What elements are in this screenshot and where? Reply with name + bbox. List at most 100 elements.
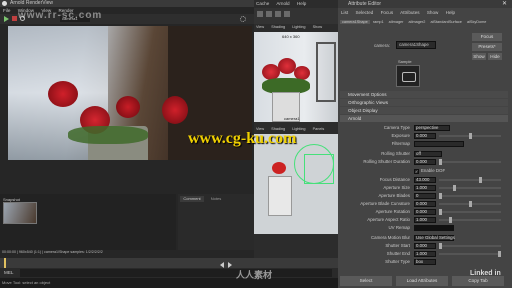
focus-distance-slider[interactable]	[439, 177, 501, 183]
attr-focus-distance: Focus Distance 43.000	[340, 177, 505, 184]
rolling-shutter-slider[interactable]	[439, 159, 501, 165]
comment-panel: Comment Notes	[178, 194, 254, 250]
tab-notes[interactable]: Notes	[206, 196, 226, 202]
uv-remap-swatch[interactable]	[414, 225, 454, 231]
section-arnold[interactable]: Arnold	[340, 115, 508, 122]
vase	[268, 176, 292, 216]
watermark-top-text: www.rr-sc.com	[18, 10, 103, 21]
presets-button[interactable]: Presets*	[472, 43, 502, 51]
shutter-type-dropdown[interactable]: box	[414, 259, 436, 265]
close-icon[interactable]: ✕	[502, 1, 508, 7]
tab-aiskydome[interactable]: aiSkyDome	[465, 20, 488, 24]
slider-knob[interactable]	[439, 209, 442, 215]
attr-shutter-end: Shutter End 1.000	[340, 251, 505, 258]
load-attributes-button[interactable]: Load Attributes	[396, 276, 448, 286]
watermark-top: www.rr-sc.com	[18, 10, 102, 21]
aperture-rotation-slider[interactable]	[439, 209, 501, 215]
menu-cache[interactable]: Cache	[256, 1, 269, 6]
motion-blur-dropdown[interactable]: Use Global Settings	[414, 235, 455, 241]
shutter-start-slider[interactable]	[439, 243, 501, 249]
slider-knob[interactable]	[439, 193, 442, 199]
menu-arnold[interactable]: Arnold	[276, 1, 289, 6]
aperture-aspect-ratio-slider[interactable]	[439, 217, 501, 223]
aperture-size-slider[interactable]	[439, 185, 501, 191]
exposure-slider[interactable]	[439, 133, 501, 139]
aperture-blades-slider[interactable]	[439, 193, 501, 199]
attr-uv-remap: UV Remap	[340, 225, 505, 232]
tool-icon[interactable]	[266, 11, 272, 17]
rolling-shutter-dropdown[interactable]: off	[414, 151, 442, 157]
viewport-menubar: Cache Arnold Help	[256, 1, 312, 6]
mel-label: MEL	[4, 270, 14, 275]
play-icon[interactable]	[4, 16, 9, 22]
playhead[interactable]	[4, 258, 6, 268]
menu-file[interactable]: File	[3, 8, 10, 13]
tab-ramp1[interactable]: ramp1	[371, 20, 386, 24]
attr-aperture-aspect-ratio: Aperture Aspect Ratio 1.000	[340, 217, 505, 224]
viewport-3d[interactable]: 640 x 360 camera1	[254, 32, 338, 122]
section-orthographic-views[interactable]: Orthographic Views	[340, 99, 508, 106]
slider-knob[interactable]	[439, 243, 442, 249]
shape-label: camera:	[374, 43, 390, 48]
shape-name-field[interactable]: camera1Shape	[396, 41, 436, 49]
snapshot-thumb[interactable]	[3, 202, 37, 224]
slider-knob[interactable]	[453, 185, 456, 191]
tool-icon[interactable]	[257, 11, 263, 17]
tab-aiimager2[interactable]: aiImager2	[407, 20, 428, 24]
attr-aperture-blade-curvature: Aperture Blade Curvature 0.000	[340, 201, 505, 208]
sample-swatch	[396, 65, 420, 87]
watermark-main: www.cg-ku.com	[188, 130, 297, 147]
time-slider[interactable]	[0, 258, 338, 268]
attribute-tabs: camera1Shape ramp1 aiImager aiImager2 ai…	[340, 20, 510, 28]
slider-knob[interactable]	[498, 251, 501, 257]
camera-type-dropdown[interactable]: perspective	[414, 125, 450, 131]
viewport-panel-menu: View Shading Lighting Show	[256, 25, 323, 29]
wireframe-cage	[304, 154, 334, 184]
focus-button[interactable]: Focus	[472, 33, 502, 41]
tab-comment[interactable]: Comment	[180, 196, 204, 202]
sample-label: Sample	[398, 59, 412, 64]
slider-knob[interactable]	[479, 177, 482, 183]
attr-enable-dof: ✓ Enable DOF	[340, 168, 505, 175]
show-button[interactable]: Show	[472, 53, 486, 60]
attr-aperture-rotation: Aperture Rotation 0.000	[340, 209, 505, 216]
tab-camera1shape[interactable]: camera1Shape	[340, 20, 370, 24]
attr-rolling-shutter-duration: Rolling Shutter Duration 0.000	[340, 159, 505, 166]
menu-help[interactable]: Help	[297, 1, 306, 6]
render-view-titlebar: Arnold RenderView	[0, 0, 254, 7]
viewport-3d-secondary[interactable]	[254, 134, 338, 234]
slider-knob[interactable]	[469, 133, 472, 139]
arnold-logo-icon	[2, 1, 7, 6]
tab-aistandardsurface[interactable]: aiStandardSurface	[428, 20, 463, 24]
snapshot-panel: Snapshot	[0, 194, 176, 250]
attribute-editor-menubar: List Selected Focus Attributes Show Help	[341, 10, 456, 15]
rose-flower	[272, 162, 286, 174]
hide-button[interactable]: Hide	[488, 53, 502, 60]
linkedin-logo: Linked in	[470, 270, 501, 277]
stop-icon[interactable]	[12, 16, 17, 21]
aperture-blade-curvature-slider[interactable]	[439, 201, 501, 207]
window-title: Arnold RenderView	[10, 0, 53, 6]
slider-knob[interactable]	[469, 201, 472, 207]
slider-knob[interactable]	[439, 159, 442, 165]
render-status: 00:00:00 | 960x540 (1:1) | camera1/Shape…	[2, 250, 103, 254]
command-input[interactable]	[20, 269, 332, 277]
slider-knob[interactable]	[449, 217, 452, 223]
tool-icon[interactable]	[275, 11, 281, 17]
camera-icon	[402, 72, 416, 82]
gear-icon[interactable]	[240, 16, 246, 22]
tab-aiimager[interactable]: aiImager	[387, 20, 406, 24]
section-movement-options[interactable]: Movement Options	[340, 91, 508, 98]
command-line: MEL	[0, 268, 338, 278]
section-object-display[interactable]: Object Display	[340, 107, 508, 114]
select-button[interactable]: Select	[340, 276, 392, 286]
copy-tab-button[interactable]: Copy Tab	[452, 276, 504, 286]
viewport-resolution: 640 x 360	[282, 34, 300, 39]
shutter-end-slider[interactable]	[439, 251, 501, 257]
attr-aperture-blades: Aperture Blades 0	[340, 193, 505, 200]
enable-dof-checkbox[interactable]: ✓	[414, 169, 419, 174]
attribute-editor-titlebar: Attribute Editor	[338, 0, 512, 8]
attr-camera-type: Camera Type perspective	[340, 125, 505, 132]
stem-leaves	[68, 126, 148, 144]
tool-icon[interactable]	[284, 11, 290, 17]
